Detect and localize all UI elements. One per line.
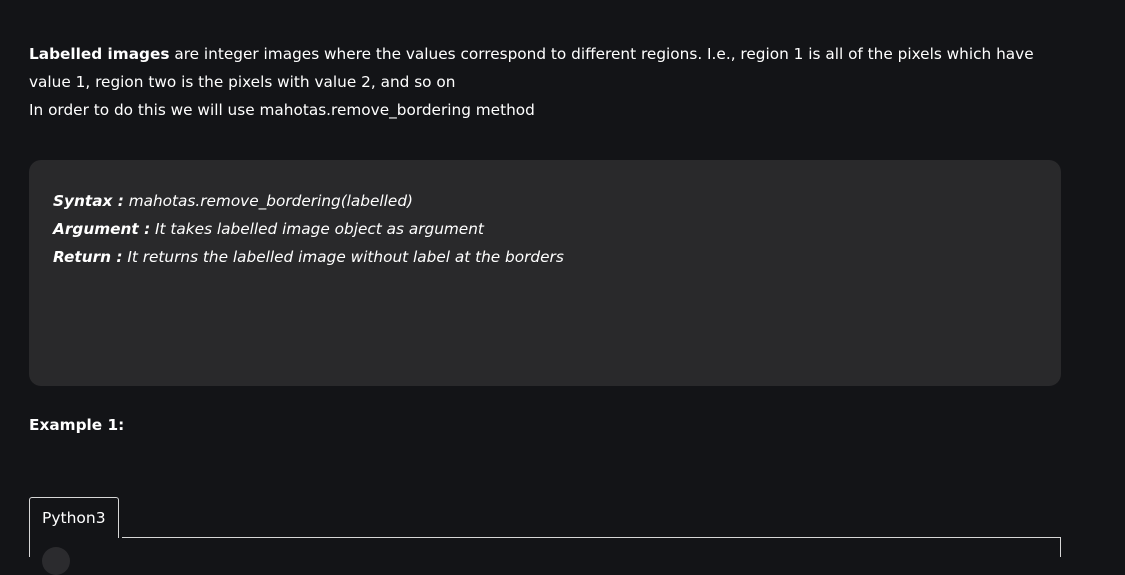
argument-label: Argument : [53, 220, 151, 238]
labelled-images-term: Labelled images [29, 45, 170, 63]
syntax-label: Syntax : [53, 192, 124, 210]
method-sentence: In order to do this we will use mahotas.… [29, 101, 535, 119]
tab-python3[interactable]: Python3 [29, 497, 119, 538]
article-body: Labelled images are integer images where… [29, 40, 1069, 124]
example-heading: Example 1: [29, 416, 125, 434]
return-line: Return : It returns the labelled image w… [53, 243, 564, 271]
return-value: It returns the labelled image without la… [122, 248, 564, 266]
syntax-line: Syntax : mahotas.remove_bordering(labell… [53, 187, 564, 215]
return-label: Return : [53, 248, 123, 266]
syntax-box: Syntax : mahotas.remove_bordering(labell… [29, 160, 1061, 386]
copy-icon[interactable] [42, 547, 70, 575]
code-tabs: Python3 [29, 497, 1061, 575]
labelled-images-definition: are integer images where the values corr… [29, 45, 1034, 91]
syntax-lines: Syntax : mahotas.remove_bordering(labell… [53, 187, 564, 271]
intro-paragraph: Labelled images are integer images where… [29, 40, 1069, 124]
argument-line: Argument : It takes labelled image objec… [53, 215, 564, 243]
syntax-value: mahotas.remove_bordering(labelled) [123, 192, 414, 210]
code-panel [29, 537, 1061, 575]
argument-value: It takes labelled image object as argume… [150, 220, 484, 238]
